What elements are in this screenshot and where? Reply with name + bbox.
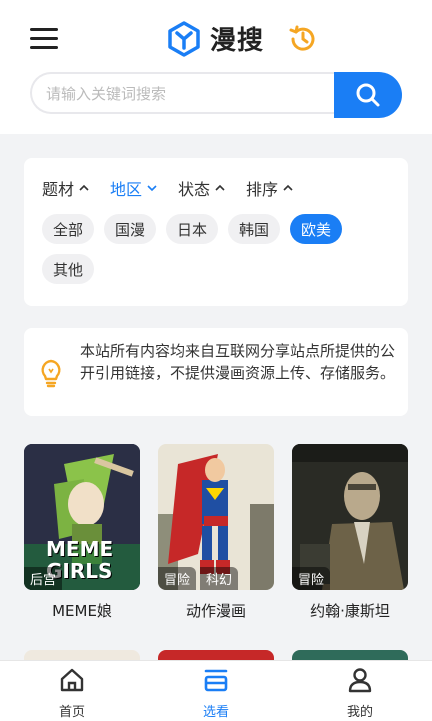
filter-theme-label: 题材: [42, 180, 75, 199]
lightbulb-icon: [41, 359, 61, 388]
comic-cover[interactable]: 冒险: [292, 444, 408, 590]
comic-tag: 后宫: [24, 567, 63, 590]
filter-sort-label: 排序: [246, 180, 279, 199]
app-name: 漫搜: [210, 26, 265, 56]
tab-profile-label: 我的: [346, 705, 373, 720]
chip-domestic[interactable]: 国漫: [104, 214, 156, 244]
search-bar: 请输入关键词搜索: [30, 72, 402, 118]
home-icon: [60, 668, 84, 692]
tab-home[interactable]: 首页: [32, 667, 112, 720]
user-icon: [348, 668, 372, 693]
chevron-up-icon: [283, 184, 293, 191]
comic-tag: 冒险: [292, 567, 331, 590]
comic-tags: 冒险: [292, 567, 334, 590]
app-logo: 漫搜: [166, 20, 264, 57]
disclaimer-text: 本站所有内容均来自互联网分享站点所提供的公开引用链接，不提供漫画资源上传、存储服…: [80, 342, 396, 382]
chip-western[interactable]: 欧美: [290, 214, 342, 244]
filter-theme[interactable]: 题材: [42, 176, 90, 200]
chevron-up-icon: [79, 184, 89, 191]
comic-tag: 科幻: [200, 567, 239, 590]
filter-sort[interactable]: 排序: [246, 176, 294, 200]
bottom-tab-bar: 首页 选看 我的: [0, 660, 432, 721]
top-header: 漫搜 请输入关键词搜索: [0, 0, 432, 134]
comic-tags: 后宫: [24, 567, 66, 590]
comic-title[interactable]: MEME娘: [24, 600, 140, 621]
comic-title[interactable]: 动作漫画: [158, 600, 274, 621]
filter-region-label: 地区: [110, 180, 143, 199]
logo-hexagon-icon: [168, 20, 200, 57]
comic-title[interactable]: 约翰·康斯坦: [292, 600, 408, 621]
comic-cover[interactable]: 冒险 科幻: [158, 444, 274, 590]
chip-korea[interactable]: 韩国: [228, 214, 280, 244]
tab-browse[interactable]: 选看: [176, 667, 256, 720]
notice-card: 本站所有内容均来自互联网分享站点所提供的公开引用链接，不提供漫画资源上传、存储服…: [24, 328, 408, 416]
search-input[interactable]: 请输入关键词搜索: [30, 72, 336, 114]
menu-icon[interactable]: [30, 26, 60, 50]
tab-browse-label: 选看: [202, 705, 229, 720]
chevron-down-icon: [147, 185, 157, 192]
tab-home-label: 首页: [58, 705, 85, 720]
filter-status-label: 状态: [178, 180, 211, 199]
history-icon[interactable]: [288, 24, 318, 54]
filter-category-row: 题材 地区 状态 排序: [42, 176, 314, 200]
comic-tag: 冒险: [158, 567, 197, 590]
chip-other[interactable]: 其他: [42, 254, 94, 284]
filter-panel: 题材 地区 状态 排序 全部 国漫 日本 韩国 欧美 其他: [24, 158, 408, 306]
comic-cover[interactable]: MEME GIRLS 后宫: [24, 444, 140, 590]
filter-region[interactable]: 地区: [110, 176, 158, 200]
tab-profile[interactable]: 我的: [320, 667, 400, 720]
chip-all[interactable]: 全部: [42, 214, 94, 244]
search-icon: [356, 83, 380, 107]
filter-status[interactable]: 状态: [178, 176, 226, 200]
comic-tags: 冒险 科幻: [158, 567, 242, 590]
search-button[interactable]: [334, 72, 402, 118]
list-icon: [204, 669, 228, 692]
chevron-up-icon: [215, 184, 225, 191]
chip-japan[interactable]: 日本: [166, 214, 218, 244]
